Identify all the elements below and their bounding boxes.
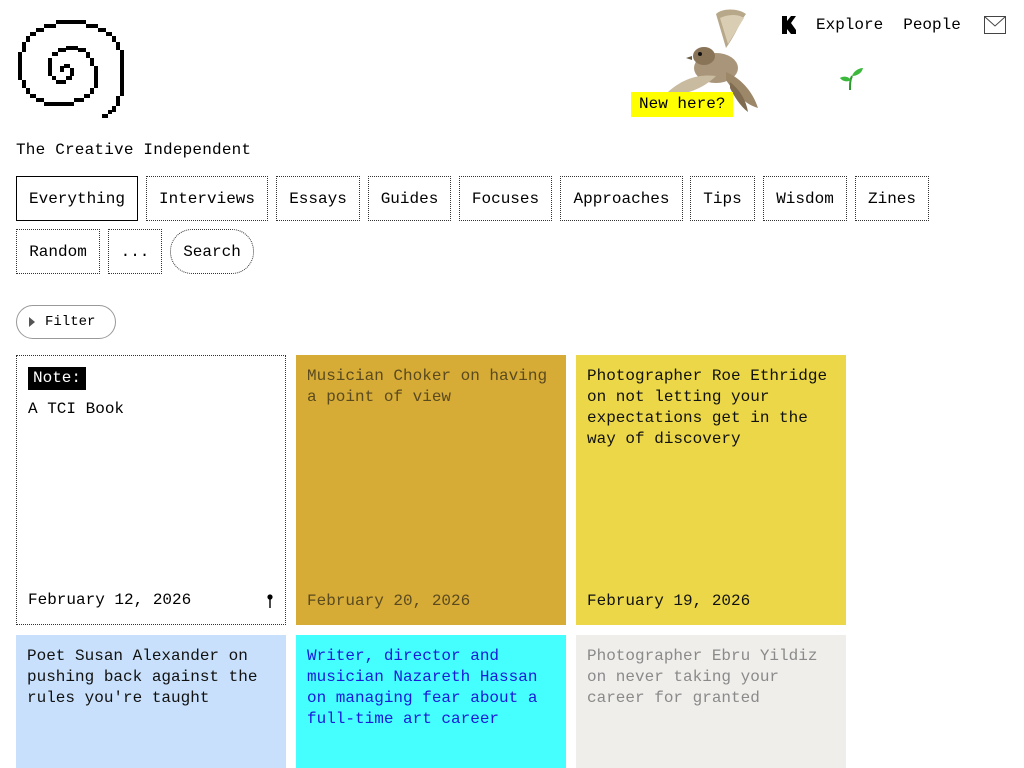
- card-title: Musician Choker on having a point of vie…: [307, 367, 548, 406]
- note-tag: Note:: [28, 367, 87, 390]
- card-article[interactable]: Photographer Roe Ethridge on not letting…: [576, 355, 846, 625]
- card-article[interactable]: Writer, director and musician Nazareth H…: [296, 635, 566, 768]
- sprout-icon[interactable]: [838, 66, 864, 92]
- top-nav: Explore People: [780, 14, 981, 36]
- card-article[interactable]: Musician Choker on having a point of vie…: [296, 355, 566, 625]
- new-here-banner[interactable]: New here?: [631, 92, 734, 117]
- tab-guides[interactable]: Guides: [368, 176, 451, 221]
- kickstarter-icon[interactable]: [780, 16, 796, 34]
- filter-label: Filter: [45, 314, 96, 330]
- caret-right-icon: [29, 317, 35, 327]
- tab-search[interactable]: Search: [170, 229, 254, 274]
- tab-zines[interactable]: Zines: [855, 176, 929, 221]
- tab-everything[interactable]: Everything: [16, 176, 138, 221]
- tab-wisdom[interactable]: Wisdom: [763, 176, 847, 221]
- card-article[interactable]: Poet Susan Alexander on pushing back aga…: [16, 635, 286, 768]
- card-title: Photographer Roe Ethridge on not letting…: [587, 367, 828, 448]
- nav-people[interactable]: People: [903, 16, 961, 34]
- tab-essays[interactable]: Essays: [276, 176, 360, 221]
- tab-tips[interactable]: Tips: [690, 176, 755, 221]
- card-article[interactable]: Photographer Ebru Yildiz on never taking…: [576, 635, 846, 768]
- card-tci-book[interactable]: Note: A TCI Book February 12, 2026: [16, 355, 286, 625]
- card-date: February 19, 2026: [587, 592, 751, 610]
- pin-icon: [267, 594, 273, 608]
- card-title: Poet Susan Alexander on pushing back aga…: [27, 647, 258, 707]
- card-date: February 12, 2026: [28, 591, 192, 609]
- tab-interviews[interactable]: Interviews: [146, 176, 268, 221]
- card-title: A TCI Book: [28, 400, 125, 418]
- site-title[interactable]: The Creative Independent: [16, 141, 251, 159]
- filter-button[interactable]: Filter: [16, 305, 116, 339]
- card-date: February 20, 2026: [307, 592, 471, 610]
- spiral-logo[interactable]: [16, 18, 128, 122]
- nav-explore[interactable]: Explore: [816, 16, 883, 34]
- tab-approaches[interactable]: Approaches: [560, 176, 683, 221]
- tab-focuses[interactable]: Focuses: [459, 176, 552, 221]
- tab-more[interactable]: ...: [108, 229, 162, 274]
- tab-random[interactable]: Random: [16, 229, 100, 274]
- card-title: Writer, director and musician Nazareth H…: [307, 647, 538, 728]
- card-title: Photographer Ebru Yildiz on never taking…: [587, 647, 818, 707]
- mail-icon[interactable]: [984, 16, 1006, 34]
